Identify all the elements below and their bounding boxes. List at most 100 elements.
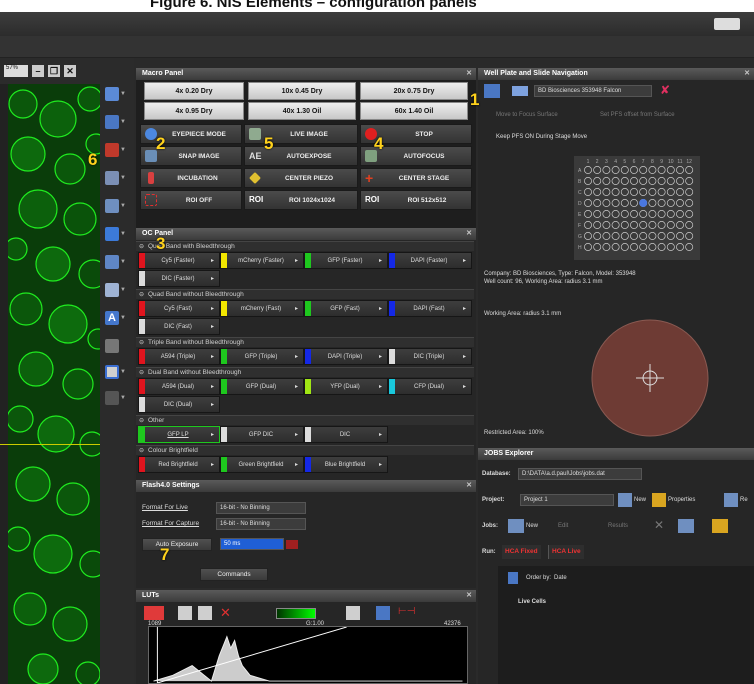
properties-icon[interactable] [652, 493, 666, 507]
channel-a594-dual[interactable]: A594 (Dual) ▸ [138, 378, 220, 395]
new-project-icon[interactable] [618, 493, 632, 507]
live-image-button[interactable]: LIVE IMAGE [244, 124, 358, 144]
channel-dic-other[interactable]: DIC ▸ [304, 426, 388, 443]
close-icon[interactable]: ✕ [64, 65, 76, 77]
channel-cfp-dual[interactable]: CFP (Dual) ▸ [388, 378, 472, 395]
close-icon[interactable]: ✕ [466, 68, 472, 80]
well-detail-view[interactable] [590, 318, 710, 438]
close-icon[interactable]: ✕ [466, 590, 472, 602]
new-project-button[interactable]: New [634, 497, 646, 503]
auto-scale-icon[interactable] [178, 606, 192, 620]
channel-dic-triple[interactable]: DIC (Triple) ▸ [388, 348, 472, 365]
channel-dapi-faster[interactable]: DAPI (Faster) ▸ [388, 252, 472, 269]
group-dual[interactable]: Dual Band without Bleedthrough [136, 367, 474, 378]
zoom-select[interactable]: 57% [4, 65, 28, 77]
set-pfs-checkbox[interactable]: Set PFS offset from Surface [600, 112, 675, 118]
format-capture-label[interactable]: Format For Capture [142, 520, 199, 527]
refresh-button[interactable]: Re [740, 497, 748, 503]
tool-filters[interactable]: ▼ [105, 280, 127, 300]
channel-gfp-dic[interactable]: GFP DIC ▸ [220, 426, 304, 443]
slide-icon[interactable] [512, 86, 528, 96]
restore-icon[interactable]: ❐ [48, 65, 60, 77]
project-select[interactable]: Project 1 [520, 494, 614, 506]
reset-lut-icon[interactable]: ✕ [220, 606, 234, 620]
format-live-label[interactable]: Format For Live [142, 504, 188, 511]
delete-job-icon[interactable]: ✕ [654, 518, 664, 532]
close-icon[interactable]: ✕ [466, 228, 472, 240]
group-brightfield[interactable]: Colour Brightfield [136, 445, 474, 456]
channel-cy5-faster[interactable]: Cy5 (Faster) ▸ [138, 252, 220, 269]
channel-dic-fast[interactable]: DIC (Fast) ▸ [138, 318, 220, 335]
tool-misc[interactable]: ▼ [105, 388, 127, 408]
roi-off-button[interactable]: ROI OFF [140, 190, 242, 210]
tool-measure[interactable]: ▼ [105, 224, 127, 244]
channel-gfp-lp[interactable]: GFP LP ▸ [138, 426, 220, 443]
tab-hca-live[interactable]: HCA Live [548, 545, 584, 559]
objective-4x-095[interactable]: 4x 0.95 Dry [144, 102, 244, 120]
roi-1024-button[interactable]: ROI ROI 1024x1024 [244, 190, 358, 210]
channel-gfp-triple[interactable]: GFP (Triple) ▸ [220, 348, 304, 365]
channel-yfp-dual[interactable]: YFP (Dual) ▸ [304, 378, 388, 395]
tool-stage[interactable]: ▼ [105, 140, 127, 160]
objective-4x-020[interactable]: 4x 0.20 Dry [144, 82, 244, 100]
channel-dapi-triple[interactable]: DAPI (Triple) ▸ [304, 348, 388, 365]
center-piezo-button[interactable]: CENTER PIEZO [244, 168, 358, 188]
tool-analysis[interactable]: ▼ [105, 84, 127, 104]
marker-icon[interactable]: ⊢⊣ [398, 606, 415, 620]
plate-grid-icon[interactable] [484, 84, 500, 98]
job-group-live-cells[interactable]: Live Cells [518, 599, 546, 605]
commands-button[interactable]: Commands [200, 568, 268, 581]
lut-histogram[interactable] [148, 626, 468, 684]
new-job-icon[interactable] [508, 519, 524, 533]
job-share-icon[interactable] [712, 519, 728, 533]
roi-512-button[interactable]: ROI ROI 512x512 [360, 190, 472, 210]
group-quad-bleed[interactable]: Quad Band with Bleedthrough [136, 241, 474, 252]
auto-exposure-button[interactable]: Auto Exposure [142, 538, 212, 551]
lut-color-select[interactable] [276, 608, 316, 619]
incubation-button[interactable]: INCUBATION [140, 168, 242, 188]
channel-dic-faster[interactable]: DIC (Faster) ▸ [138, 270, 220, 287]
objective-20x-075[interactable]: 20x 0.75 Dry [360, 82, 468, 100]
results-button[interactable]: Results [608, 523, 628, 529]
order-by-value[interactable]: Date [554, 575, 567, 581]
tool-profile[interactable]: ▼ [105, 252, 127, 272]
new-job-button[interactable]: New [526, 523, 538, 529]
move-to-focus-checkbox[interactable]: Move to Focus Surface [496, 112, 558, 118]
database-select[interactable]: D:\DATA\a.d.paul\Jobs\jobs.dat [518, 468, 642, 480]
lut-on-icon[interactable] [144, 606, 164, 620]
group-triple[interactable]: Triple Band without Bleedthrough [136, 337, 474, 348]
properties-button[interactable]: Properties [668, 497, 695, 503]
objective-60x-140[interactable]: 60x 1.40 Oil [360, 102, 468, 120]
sort-icon[interactable] [508, 572, 518, 584]
tool-overlay[interactable] [105, 336, 127, 356]
export-job-icon[interactable] [678, 519, 694, 533]
objective-10x-045[interactable]: 10x 0.45 Dry [248, 82, 356, 100]
tool-acquisition[interactable]: ▼ [105, 168, 127, 188]
channel-red-brightfield[interactable]: Red Brightfield ▸ [138, 456, 220, 473]
tool-snapshot[interactable]: ▼ [105, 362, 127, 382]
group-quad-no-bleed[interactable]: Quad Band without Bleedthrough [136, 289, 474, 300]
channel-blue-brightfield[interactable]: Blue Brightfield ▸ [304, 456, 388, 473]
close-icon[interactable]: ✕ [466, 480, 472, 492]
channel-a594-triple[interactable]: A594 (Triple) ▸ [138, 348, 220, 365]
tool-layout[interactable]: ▼ [105, 112, 127, 132]
histogram-icon[interactable] [198, 606, 212, 620]
tool-annotate[interactable]: A ▼ [105, 308, 127, 328]
exposure-lock-icon[interactable] [286, 540, 298, 549]
channel-green-brightfield[interactable]: Green Brightfield ▸ [220, 456, 304, 473]
channel-dic-dual[interactable]: DIC (Dual) ▸ [138, 396, 220, 413]
channel-mcherry-faster[interactable]: mCherry (Faster) ▸ [220, 252, 304, 269]
close-icon[interactable]: ✕ [744, 68, 750, 80]
channel-mcherry-fast[interactable]: mCherry (Fast) ▸ [220, 300, 304, 317]
gamma-icon[interactable] [346, 606, 360, 620]
channel-cy5-fast[interactable]: Cy5 (Fast) ▸ [138, 300, 220, 317]
channel-gfp-fast[interactable]: GFP (Fast) ▸ [304, 300, 388, 317]
format-live-select[interactable]: 16-bit - No Binning [216, 502, 306, 514]
layout-icon[interactable] [714, 18, 740, 30]
save-lut-icon[interactable] [376, 606, 390, 620]
plate-type-select[interactable]: BD Biosciences 353948 Falcon [534, 85, 652, 97]
minimize-icon[interactable]: – [32, 65, 44, 77]
format-capture-select[interactable]: 16-bit - No Binning [216, 518, 306, 530]
autoexpose-button[interactable]: AE AUTOEXPOSE [244, 146, 358, 166]
remove-plate-icon[interactable]: ✘ [660, 83, 670, 97]
